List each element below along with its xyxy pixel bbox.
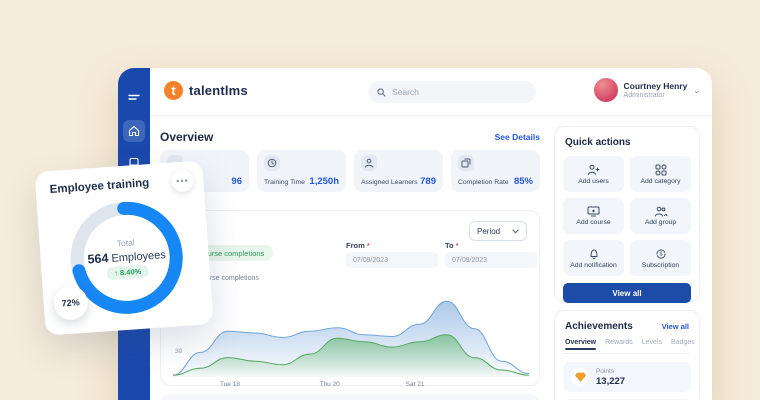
add-users-tile[interactable]: Add users bbox=[563, 156, 624, 192]
stat-label: Assigned Learners bbox=[361, 179, 418, 186]
x-axis-labels: Tue 18 Thu 20 Sat 21 bbox=[173, 381, 529, 391]
bell-icon bbox=[588, 248, 600, 260]
category-icon bbox=[655, 164, 667, 176]
quick-actions-title: Quick actions bbox=[565, 137, 691, 148]
achievements-title: Achievements bbox=[565, 321, 633, 332]
area-chart: 3060 bbox=[173, 289, 529, 377]
employee-training-title: Employee training bbox=[49, 177, 149, 196]
completions-chart-card: Period Course completions From * 07/09/2… bbox=[160, 210, 540, 386]
donut-center-label: Total bbox=[116, 237, 135, 248]
donut-center-value: 564 Employees bbox=[87, 247, 166, 266]
stat-value: 85% bbox=[514, 176, 533, 187]
points-value: 13,227 bbox=[596, 376, 625, 387]
chevron-down-icon: ⌄ bbox=[693, 86, 700, 95]
view-all-button[interactable]: View all bbox=[563, 283, 691, 303]
subscription-icon: $ bbox=[655, 248, 667, 260]
stat-label: Training Time bbox=[264, 179, 305, 186]
add-category-tile[interactable]: Add category bbox=[630, 156, 691, 192]
top-header: t talentlms Search Courtney Henry Admini… bbox=[150, 68, 712, 116]
ellipsis-menu-button[interactable]: ••• bbox=[171, 169, 194, 192]
logo-text: talentlms bbox=[189, 83, 248, 98]
required-marker: * bbox=[456, 241, 459, 250]
hamburger-menu-icon[interactable] bbox=[123, 88, 145, 110]
achievements-tabs: Overview Rewards Levels Badges bbox=[563, 339, 691, 354]
tile-label: Add course bbox=[576, 219, 610, 226]
add-user-icon bbox=[587, 164, 600, 176]
chevron-down-icon bbox=[512, 229, 519, 234]
stat-label: Completion Rate bbox=[458, 179, 509, 186]
add-notification-tile[interactable]: Add notification bbox=[563, 240, 624, 276]
stat-value: 1,250h bbox=[309, 176, 339, 187]
tab-levels[interactable]: Levels bbox=[642, 339, 662, 349]
stat-value: 96 bbox=[231, 176, 242, 187]
copy-icon bbox=[458, 155, 474, 171]
search-input[interactable]: Search bbox=[368, 81, 536, 103]
tile-label: Add group bbox=[645, 219, 676, 226]
period-dropdown[interactable]: Period bbox=[469, 221, 527, 241]
period-label: Period bbox=[477, 227, 500, 236]
search-icon bbox=[377, 88, 386, 97]
tile-label: Add category bbox=[640, 178, 680, 185]
from-label: From * bbox=[346, 241, 370, 250]
stat-value: 789 bbox=[420, 176, 436, 187]
tile-label: Add notification bbox=[570, 262, 616, 269]
subscription-tile[interactable]: $ Subscription bbox=[630, 240, 691, 276]
svg-text:$: $ bbox=[659, 251, 662, 257]
achievements-panel: Achievements View all Overview Rewards L… bbox=[554, 310, 700, 400]
user-name: Courtney Henry bbox=[624, 81, 688, 92]
add-course-tile[interactable]: Add course bbox=[563, 198, 624, 234]
employee-training-card: Employee training ••• Total 564 Employee… bbox=[34, 160, 213, 335]
avatar bbox=[594, 78, 618, 102]
stat-card[interactable]: Training Time 1,250h bbox=[257, 150, 346, 192]
tab-badges[interactable]: Badges bbox=[671, 339, 695, 349]
tab-overview[interactable]: Overview bbox=[565, 339, 596, 349]
see-details-link[interactable]: See Details bbox=[160, 132, 540, 142]
donut-arc-cap bbox=[116, 202, 130, 216]
talentlms-logo[interactable]: t talentlms bbox=[164, 81, 248, 100]
tile-label: Add users bbox=[578, 178, 609, 185]
tile-label: Subscription bbox=[642, 262, 679, 269]
stat-card[interactable]: Completion Rate 85% bbox=[451, 150, 540, 192]
to-label: To * bbox=[445, 241, 459, 250]
next-section-card bbox=[160, 394, 540, 400]
x-tick-label: Tue 18 bbox=[220, 381, 240, 388]
tab-rewards[interactable]: Rewards bbox=[605, 339, 633, 349]
sidebar-item-home[interactable] bbox=[123, 120, 145, 142]
stat-card[interactable]: Assigned Learners 789 bbox=[354, 150, 443, 192]
achievements-view-all-link[interactable]: View all bbox=[662, 322, 689, 331]
x-tick-label: Thu 20 bbox=[320, 381, 340, 388]
y-tick-label: 30 bbox=[175, 348, 182, 355]
from-date-input[interactable]: 07/09/2023 bbox=[346, 252, 438, 268]
required-marker: * bbox=[367, 241, 370, 250]
add-group-tile[interactable]: Add group bbox=[630, 198, 691, 234]
clock-icon bbox=[264, 155, 280, 171]
search-placeholder: Search bbox=[392, 87, 419, 97]
course-icon bbox=[587, 206, 600, 217]
overview-stats-row: 96 Training Time 1,250h Assigned Learner… bbox=[160, 150, 540, 192]
points-tile[interactable]: Points 13,227 bbox=[563, 362, 691, 392]
user-profile-menu[interactable]: Courtney Henry Administrator ⌄ bbox=[594, 78, 700, 102]
logo-icon: t bbox=[164, 81, 183, 100]
home-icon bbox=[128, 125, 140, 137]
gem-icon bbox=[571, 368, 589, 386]
group-icon bbox=[654, 206, 668, 217]
to-date-input[interactable]: 07/09/2023 bbox=[445, 252, 537, 268]
user-role: Administrator bbox=[624, 92, 688, 99]
points-label: Points bbox=[596, 367, 625, 376]
delta-badge: ↑ 8.40% bbox=[107, 264, 149, 280]
user-icon bbox=[361, 155, 377, 171]
x-tick-label: Sat 21 bbox=[406, 381, 425, 388]
quick-actions-panel: Quick actions Add users Add category Add… bbox=[554, 126, 700, 302]
